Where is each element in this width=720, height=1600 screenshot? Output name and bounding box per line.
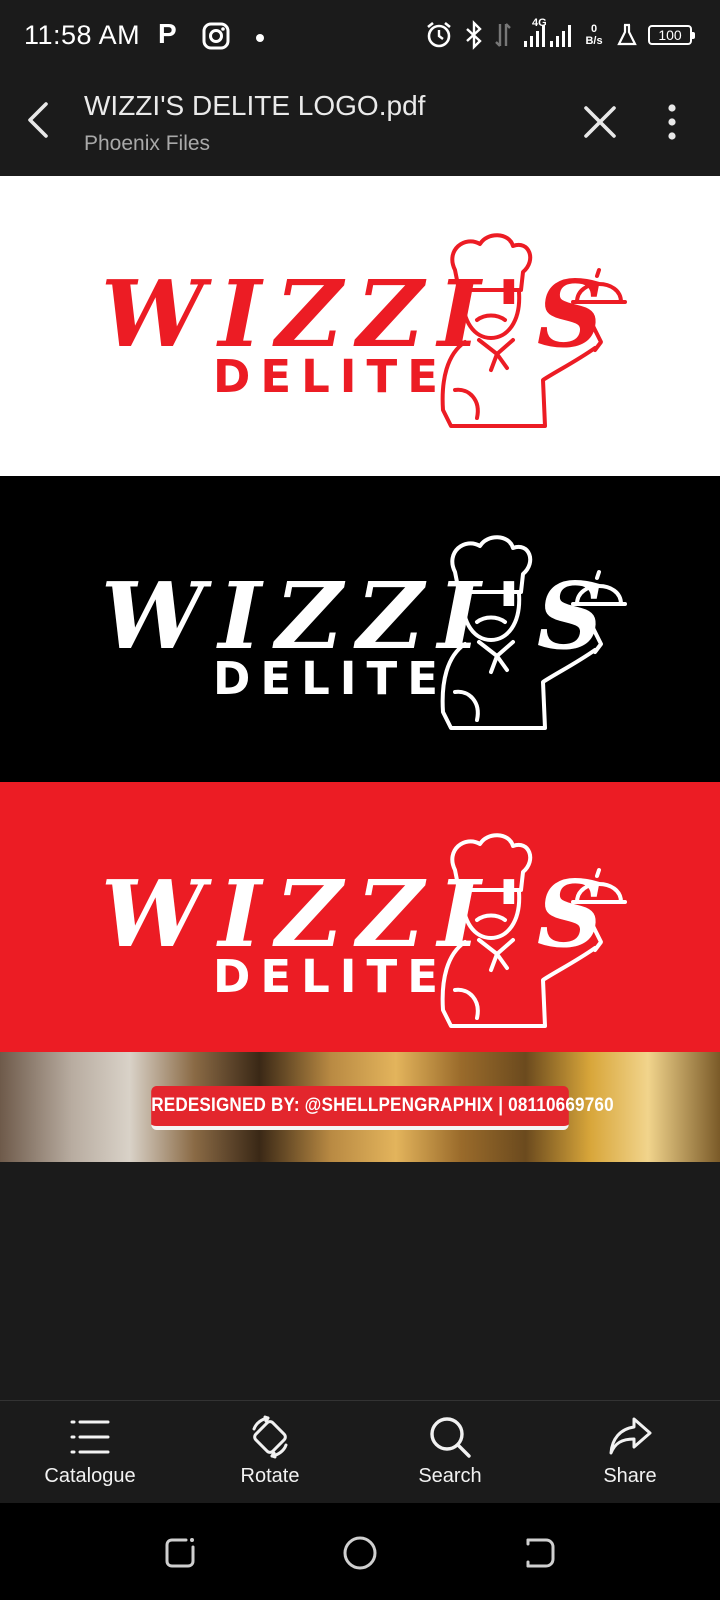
logo-panel-red: WIZZI'S DELITE [0,782,720,1052]
logo-panel-white: WIZZI'S DELITE [0,176,720,476]
back-arrow-icon[interactable] [18,98,62,142]
document-title: WIZZI'S DELITE LOGO.pdf [84,90,426,121]
system-navigation-bar [0,1503,720,1600]
credit-banner: REDESIGNED BY: @SHELLPENGRAPHIX | 081106… [0,1052,720,1162]
logo-subtitle: DELITE [213,652,448,705]
status-icons: 4G 0 B/s 100 [424,17,695,52]
credit-text: REDESIGNED BY: @SHELLPENGRAPHIX | 081106… [151,1086,614,1130]
catalogue-button[interactable]: Catalogue [0,1401,180,1503]
share-button[interactable]: Share [540,1401,720,1503]
clock: 11:58 AM [24,20,141,50]
chef-illustration-icon [440,233,627,428]
rotate-button[interactable]: Rotate [180,1401,360,1503]
status-bar: 11:58 AM P 4G 0 B/s 100 [0,0,720,72]
logo-panel-black: WIZZI'S DELITE [0,476,720,782]
rotate-label: Rotate [240,1465,300,1487]
notification-dot-icon [256,34,264,42]
battery-icon: 100 [648,25,695,45]
data-transfer-icon [495,23,511,47]
search-label: Search [418,1465,482,1487]
logo-white-on-red: WIZZI'S DELITE [95,830,635,1030]
app-bar: WIZZI'S DELITE LOGO.pdf Phoenix Files [0,72,720,176]
pdf-page[interactable]: WIZZI'S DELITE WIZZI'S DELITE WIZZI'S DE… [0,176,720,1162]
document-source: Phoenix Files [84,132,211,155]
chef-illustration-icon [440,535,627,730]
logo-red: WIZZI'S DELITE [95,230,635,430]
home-icon[interactable] [340,1533,380,1573]
flask-icon [617,23,637,46]
network-speed: 0 B/s [585,23,603,47]
close-icon[interactable] [578,100,622,144]
search-icon [430,1417,471,1458]
signal-4g-icon: 4G [522,17,572,51]
share-icon [609,1417,652,1455]
bottom-toolbar: Catalogue Rotate Search Share [0,1400,720,1503]
logo-subtitle: DELITE [213,950,448,1003]
bluetooth-icon [466,20,482,50]
app-notification-p-icon: P [158,18,177,49]
chef-illustration-icon [440,833,627,1028]
catalogue-label: Catalogue [44,1465,136,1487]
back-icon[interactable] [520,1533,560,1573]
list-icon [70,1420,110,1454]
instagram-icon [202,22,230,50]
search-button[interactable]: Search [360,1401,540,1503]
share-label: Share [603,1465,657,1487]
logo-white: WIZZI'S DELITE [95,532,635,732]
logo-subtitle: DELITE [213,350,448,403]
recents-icon[interactable] [160,1533,200,1573]
more-options-icon[interactable] [650,100,694,144]
alarm-icon [427,21,451,48]
rotate-icon [252,1415,288,1459]
